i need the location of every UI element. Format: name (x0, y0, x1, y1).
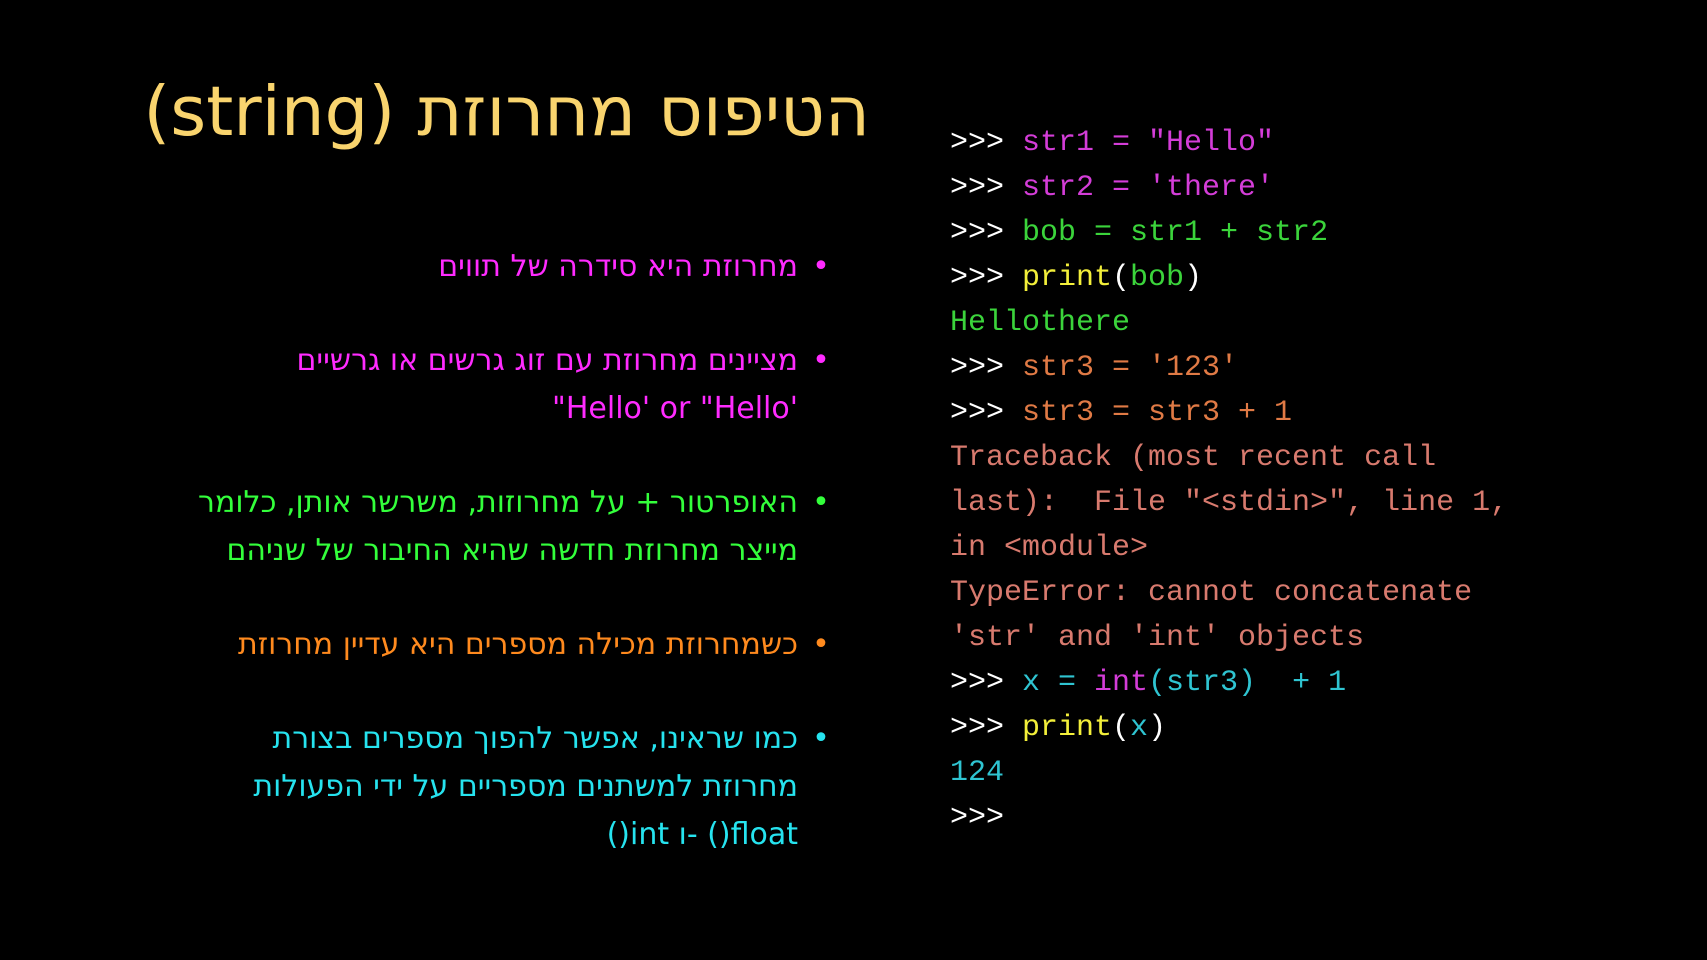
bullet-dot-icon: • (812, 721, 830, 756)
code-line: 124 (950, 751, 1650, 796)
repl-prompt: >>> (950, 711, 1023, 745)
code-token: int (1094, 666, 1149, 700)
bullet-item: • כשמחרוזת מכילה מספרים היא עדיין מחרוזת (140, 621, 840, 669)
bullet-dot-icon: • (812, 343, 830, 378)
code-line: >>> str2 = 'there' (950, 166, 1650, 211)
code-token: ( (1112, 261, 1131, 295)
code-line: Traceback (most recent call (950, 436, 1650, 481)
code-line: last): File "<stdin>", line 1, (950, 481, 1650, 526)
bullet-list: • מחרוזת היא סידרה של תווים • מציינים מח… (140, 243, 840, 859)
code-token: 'str' and 'int' objects (950, 621, 1365, 655)
code-token: 124 (950, 756, 1005, 790)
code-token: str3 = str3 + 1 (1022, 396, 1293, 430)
code-line: TypeError: cannot concatenate (950, 571, 1650, 616)
code-token: x (1130, 711, 1149, 745)
code-token: TypeError: cannot concatenate (950, 576, 1473, 610)
code-token: print (1022, 711, 1113, 745)
bullet-text-line: כמו שראינו, אפשר להפוך מספרים בצורת (272, 721, 798, 756)
code-token: Hellothere (950, 306, 1131, 340)
code-token: str1 = "Hello" (1022, 126, 1275, 160)
code-line: >>> str3 = '123' (950, 346, 1650, 391)
repl-prompt: >>> (950, 126, 1023, 160)
repl-prompt: >>> (950, 171, 1023, 205)
repl-prompt: >>> (950, 396, 1023, 430)
bullet-text-line: כשמחרוזת מכילה מספרים היא עדיין מחרוזת (237, 627, 798, 662)
code-token: x = (1022, 666, 1095, 700)
bullet-item: • כמו שראינו, אפשר להפוך מספרים בצורת מח… (140, 715, 840, 859)
code-line: >>> bob = str1 + str2 (950, 211, 1650, 256)
code-token: (str3) + 1 (1148, 666, 1347, 700)
code-line: 'str' and 'int' objects (950, 616, 1650, 661)
code-token: print (1022, 261, 1113, 295)
code-line: >>> str1 = "Hello" (950, 121, 1650, 166)
slide: הטיפוס מחרוזת (string) • מחרוזת היא סידר… (0, 0, 1707, 960)
repl-prompt: >>> (950, 261, 1023, 295)
code-token: str2 = 'there' (1022, 171, 1275, 205)
repl-prompt: >>> (950, 666, 1023, 700)
slide-title: הטיפוס מחרוזת (string) (143, 72, 870, 152)
repl-prompt: >>> (950, 216, 1023, 250)
bullet-item: • מציינים מחרוזת עם זוג גרשים או גרשיים … (140, 337, 840, 433)
repl-prompt: >>> (950, 801, 1005, 835)
code-line: >>> x = int(str3) + 1 (950, 661, 1650, 706)
code-token: ) (1184, 261, 1203, 295)
code-token: str3 = '123' (1022, 351, 1239, 385)
code-line: >>> (950, 796, 1650, 841)
code-token: in <module> (950, 531, 1149, 565)
python-repl-code-block: >>> str1 = "Hello" >>> str2 = 'there' >>> … (950, 121, 1650, 841)
bullet-text-line: מחרוזת למשתנים מספריים על ידי הפעולות (253, 769, 798, 804)
code-token: last): File "<stdin>", line 1, (950, 486, 1509, 520)
code-line: >>> str3 = str3 + 1 (950, 391, 1650, 436)
code-token: ( (1112, 711, 1131, 745)
code-token: ) (1148, 711, 1167, 745)
bullet-text-line: מייצר מחרוזת חדשה שהיא החיבור של שניהם (226, 533, 798, 568)
bullet-text-line: מציינים מחרוזת עם זוג גרשים או גרשיים (296, 343, 798, 378)
bullet-item: • האופרטור + על מחרוזות, משרשר אותן, כלו… (140, 479, 840, 575)
code-token: bob (1130, 261, 1185, 295)
bullet-dot-icon: • (812, 485, 830, 520)
bullet-dot-icon: • (812, 249, 830, 284)
code-token: Traceback (most recent call (950, 441, 1437, 475)
code-token: bob = str1 + str2 (1022, 216, 1329, 250)
bullet-text-line: מחרוזת היא סידרה של תווים (438, 249, 798, 284)
bullet-text-line: float() -ו int() (606, 817, 798, 852)
bullet-dot-icon: • (812, 627, 830, 662)
bullet-item: • מחרוזת היא סידרה של תווים (140, 243, 840, 291)
repl-prompt: >>> (950, 351, 1023, 385)
code-line: >>> print(x) (950, 706, 1650, 751)
code-line: Hellothere (950, 301, 1650, 346)
code-line: in <module> (950, 526, 1650, 571)
bullet-text-line: 'Hello' or "Hello" (552, 391, 798, 426)
bullet-text-line: האופרטור + על מחרוזות, משרשר אותן, כלומר (198, 485, 798, 520)
code-line: >>> print(bob) (950, 256, 1650, 301)
